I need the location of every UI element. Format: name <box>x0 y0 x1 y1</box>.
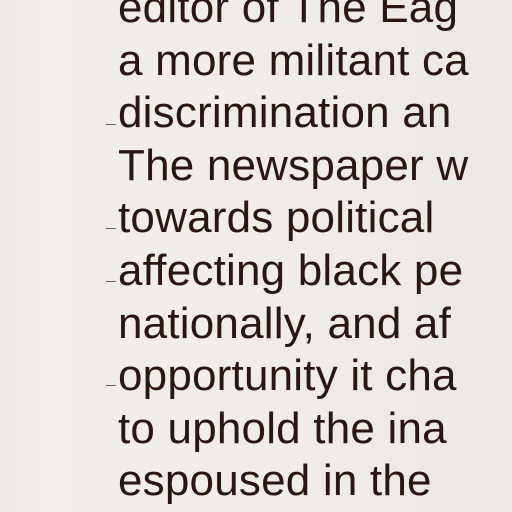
text-line: affecting black pe <box>118 245 464 295</box>
margin-tick <box>106 228 116 229</box>
text-line: nationally, and af <box>118 298 452 348</box>
scanned-page: editor of The Eag a more militant ca dis… <box>0 0 512 512</box>
text-line: espoused in the <box>118 456 432 506</box>
text-line: towards political <box>118 193 435 243</box>
article-text: editor of The Eag a more militant ca dis… <box>118 0 512 508</box>
text-line: The newspaper w <box>118 140 469 190</box>
margin-tick <box>106 124 116 125</box>
margin-tick <box>106 281 116 282</box>
text-line: opportunity it cha <box>118 351 457 401</box>
text-line: discrimination an <box>118 88 452 138</box>
text-line: editor of The Eag <box>118 0 459 32</box>
text-line: to uphold the ina <box>118 403 447 453</box>
text-line: a more militant ca <box>118 35 469 85</box>
margin-tick <box>106 385 116 386</box>
